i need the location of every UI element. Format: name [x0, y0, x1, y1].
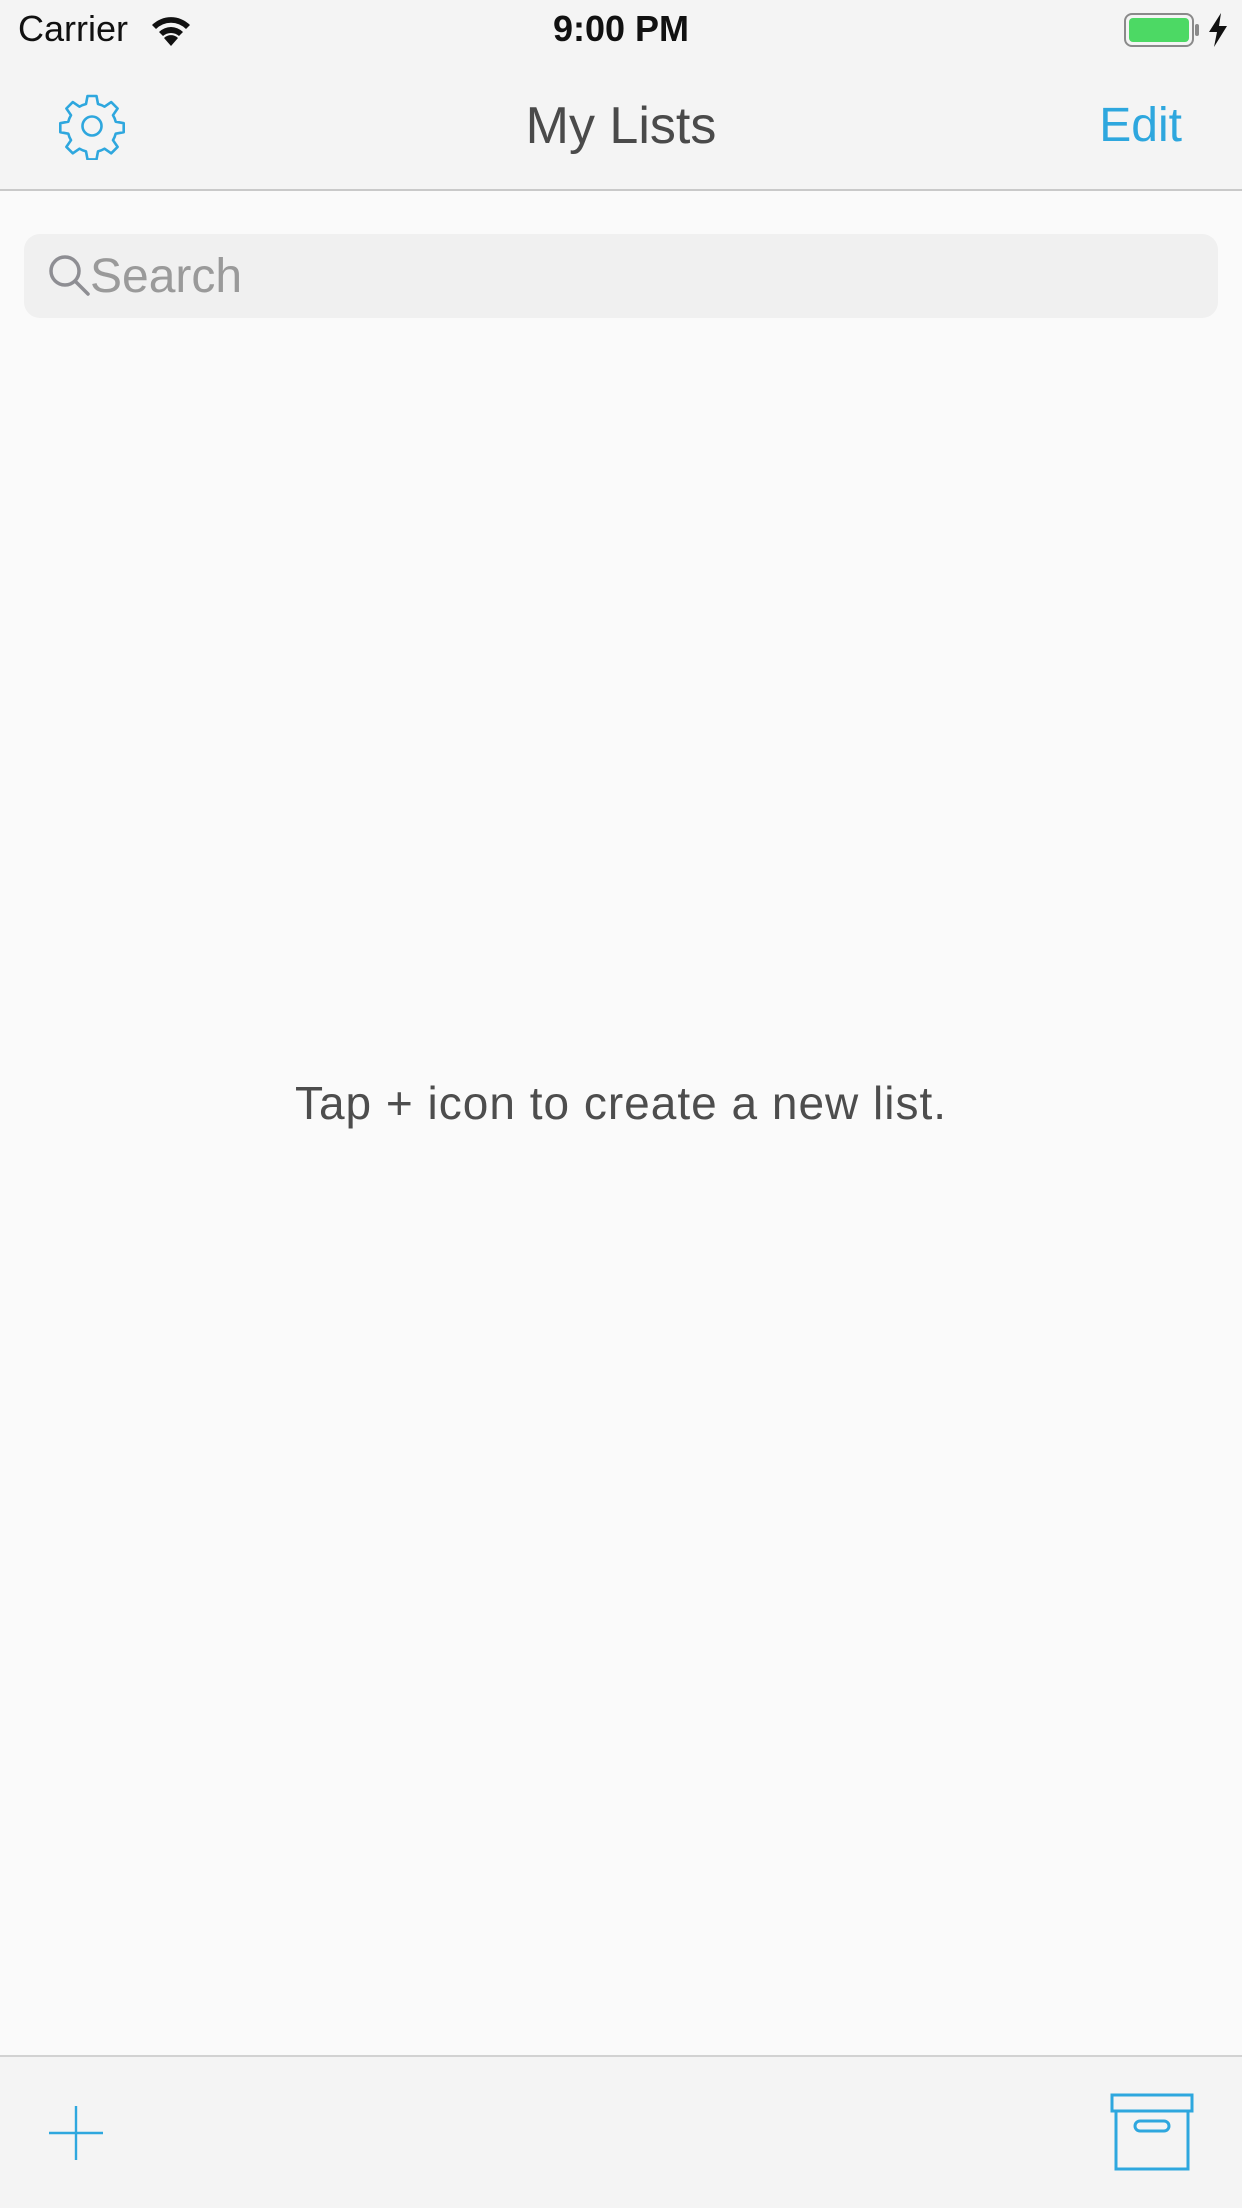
screen: Carrier 9:00 PM My Lists Edit Search Tap… [0, 0, 1242, 2208]
add-list-button[interactable] [44, 2101, 108, 2165]
battery-icon [1124, 13, 1199, 47]
search-icon [49, 255, 90, 296]
status-bar: Carrier 9:00 PM [0, 0, 1242, 60]
search-bar[interactable] [24, 234, 1218, 318]
status-time: 9:00 PM [552, 8, 690, 49]
plus-icon [49, 2106, 103, 2160]
edit-button[interactable]: Edit [1099, 98, 1182, 153]
archive-button[interactable] [1110, 2093, 1194, 2173]
navigation-bar: My Lists Edit [0, 60, 1242, 191]
charging-bolt-icon [1209, 13, 1227, 47]
page-title: My Lists [525, 97, 717, 155]
bottom-toolbar [0, 2055, 1242, 2208]
archive-box-icon [1110, 2093, 1194, 2171]
empty-state-message: Tap + icon to create a new list. [294, 1077, 948, 1129]
search-input[interactable] [90, 246, 1190, 306]
